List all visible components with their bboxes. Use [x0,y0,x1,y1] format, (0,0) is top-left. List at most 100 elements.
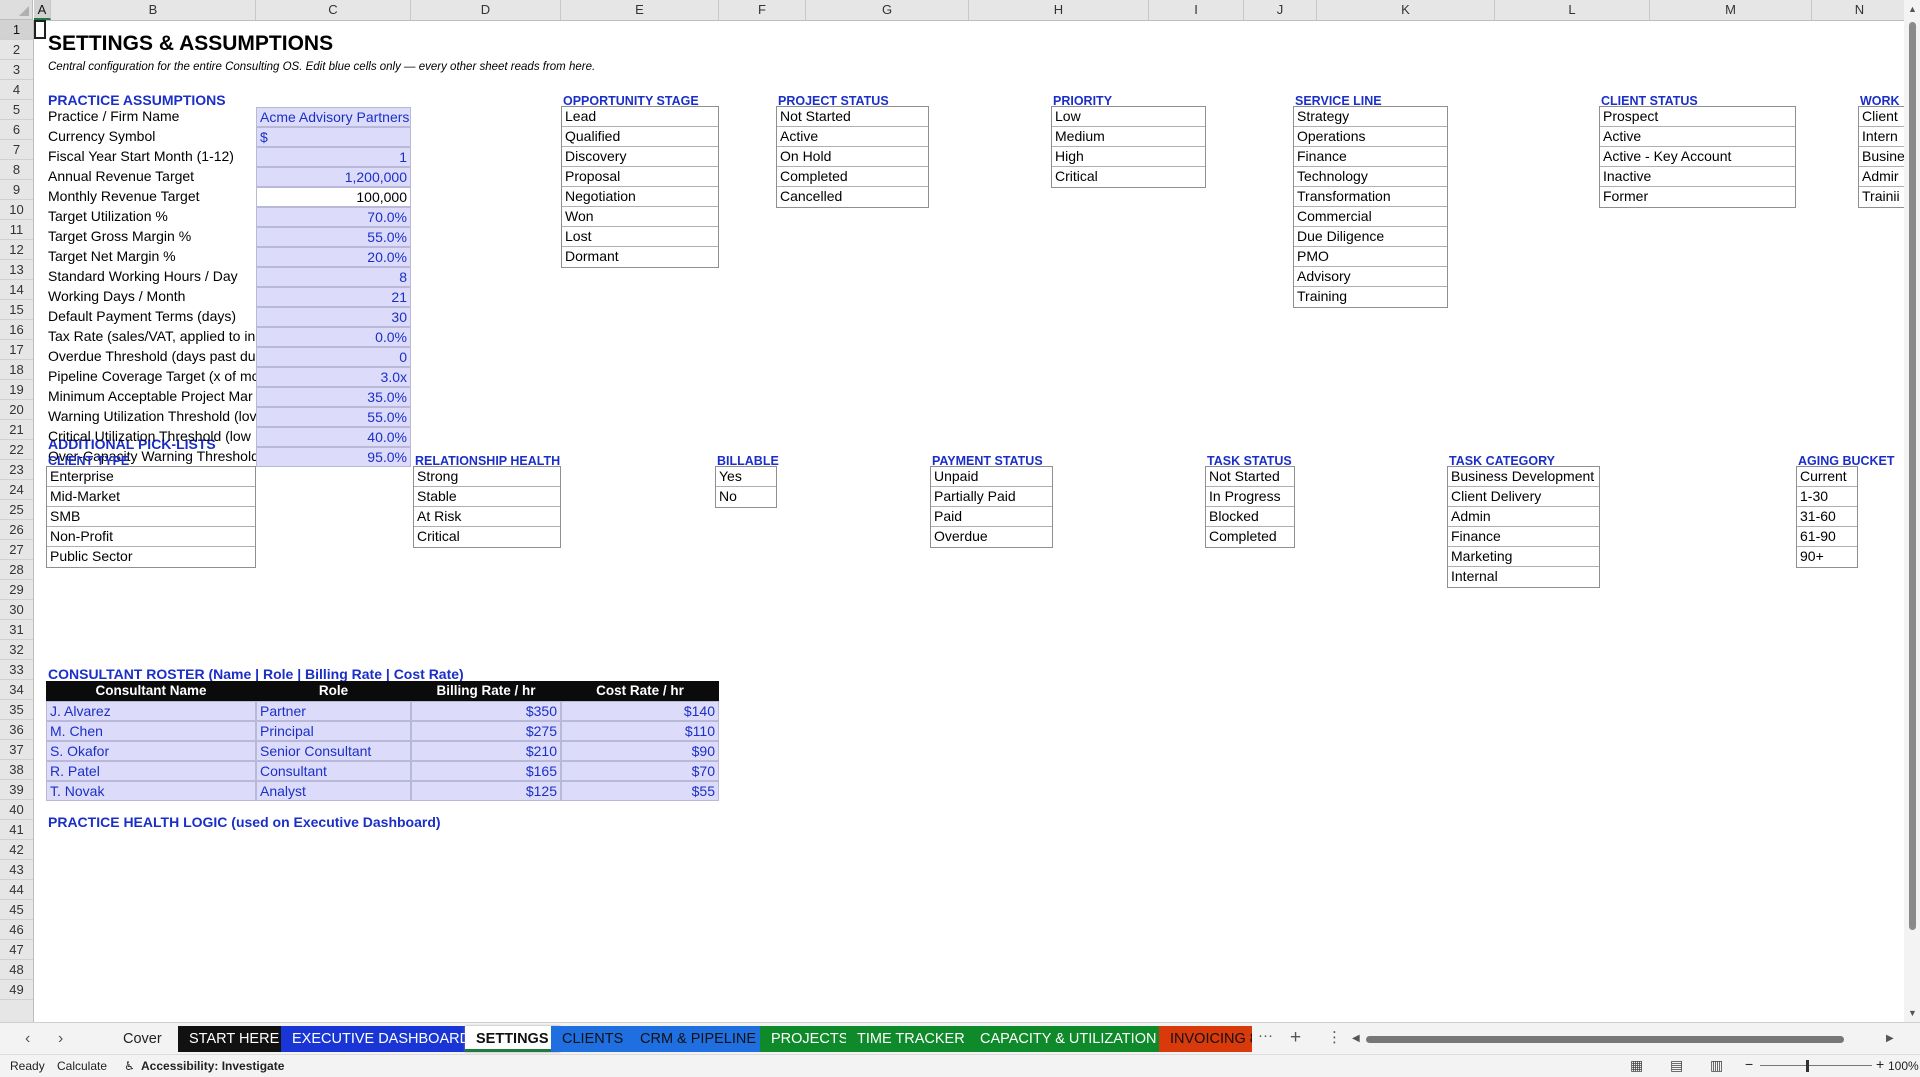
service-line-item[interactable]: Transformation [1294,187,1447,207]
roster-cell[interactable]: $210 [411,741,561,761]
row-header-7[interactable]: 7 [0,140,33,160]
relationship-health-item[interactable]: Critical [414,527,560,547]
client-status-item[interactable]: Former [1600,187,1795,207]
row-header-35[interactable]: 35 [0,700,33,720]
prev-sheet-icon[interactable]: ‹ [25,1030,30,1048]
billable-item[interactable]: No [716,487,776,507]
row-header-42[interactable]: 42 [0,840,33,860]
row-header-36[interactable]: 36 [0,720,33,740]
service-line-item[interactable]: Strategy [1294,107,1447,127]
row-header-19[interactable]: 19 [0,380,33,400]
sheet-tab-capacity-utilization[interactable]: CAPACITY & UTILIZATION [969,1026,1168,1052]
practice-input[interactable]: 1,200,000 [256,167,411,187]
task-category-item[interactable]: Internal [1448,567,1599,587]
page-layout-icon[interactable]: ▤ [1670,1057,1683,1074]
work-item[interactable]: Admir [1859,167,1904,187]
client-type-item[interactable]: Public Sector [47,547,255,567]
opportunity-stage-item[interactable]: Lead [562,107,718,127]
client-status-item[interactable]: Active [1600,127,1795,147]
task-category-item[interactable]: Client Delivery [1448,487,1599,507]
row-header-18[interactable]: 18 [0,360,33,380]
practice-input[interactable]: 21 [256,287,411,307]
row-header-28[interactable]: 28 [0,560,33,580]
row-header-22[interactable]: 22 [0,440,33,460]
row-header-23[interactable]: 23 [0,460,33,480]
row-header-29[interactable]: 29 [0,580,33,600]
project-status-item[interactable]: Active [777,127,928,147]
service-line-item[interactable]: Technology [1294,167,1447,187]
column-header-i[interactable]: I [1149,0,1244,20]
roster-cell[interactable]: $165 [411,761,561,781]
task-category-item[interactable]: Marketing [1448,547,1599,567]
row-header-8[interactable]: 8 [0,160,33,180]
horizontal-scroll-thumb[interactable] [1366,1036,1844,1043]
column-header-j[interactable]: J [1244,0,1317,20]
row-header-27[interactable]: 27 [0,540,33,560]
client-type-item[interactable]: SMB [47,507,255,527]
project-status-item[interactable]: Completed [777,167,928,187]
practice-input[interactable]: 0.0% [256,327,411,347]
aging-bucket-item[interactable]: 1-30 [1797,487,1857,507]
roster-cell[interactable]: Consultant [256,761,411,781]
roster-cell[interactable]: S. Okafor [46,741,256,761]
practice-input[interactable]: $ [256,127,411,147]
roster-cell[interactable]: Partner [256,701,411,721]
row-header-20[interactable]: 20 [0,400,33,420]
service-line-item[interactable]: Finance [1294,147,1447,167]
roster-cell[interactable]: T. Novak [46,781,256,801]
client-type-item[interactable]: Enterprise [47,467,255,487]
practice-input[interactable]: 40.0% [256,427,411,447]
priority-item[interactable]: High [1052,147,1205,167]
row-header-46[interactable]: 46 [0,920,33,940]
row-header-48[interactable]: 48 [0,960,33,980]
row-header-32[interactable]: 32 [0,640,33,660]
normal-view-icon[interactable]: ▦ [1630,1057,1643,1074]
payment-status-item[interactable]: Paid [931,507,1052,527]
sheet-tab-projects[interactable]: PROJECTS [760,1026,860,1052]
add-sheet-icon[interactable]: + [1290,1027,1301,1049]
column-header-e[interactable]: E [561,0,719,20]
row-header-2[interactable]: 2 [0,40,33,60]
roster-cell[interactable]: M. Chen [46,721,256,741]
zoom-slider-handle[interactable] [1806,1060,1809,1072]
opportunity-stage-item[interactable]: Negotiation [562,187,718,207]
row-header-33[interactable]: 33 [0,660,33,680]
row-header-25[interactable]: 25 [0,500,33,520]
row-header-37[interactable]: 37 [0,740,33,760]
practice-input[interactable]: 0 [256,347,411,367]
practice-input[interactable]: 55.0% [256,227,411,247]
roster-cell[interactable]: Analyst [256,781,411,801]
opportunity-stage-item[interactable]: Discovery [562,147,718,167]
accessibility-status[interactable]: Accessibility: Investigate [141,1059,284,1073]
task-status-item[interactable]: In Progress [1206,487,1294,507]
aging-bucket-item[interactable]: Current [1797,467,1857,487]
sheet-tab-crm-pipeline[interactable]: CRM & PIPELINE [629,1026,768,1052]
opportunity-stage-item[interactable]: Won [562,207,718,227]
service-line-item[interactable]: Training [1294,287,1447,307]
row-header-4[interactable]: 4 [0,80,33,100]
row-header-13[interactable]: 13 [0,260,33,280]
column-header-k[interactable]: K [1317,0,1495,20]
task-category-item[interactable]: Admin [1448,507,1599,527]
select-all-corner[interactable] [0,0,33,20]
client-status-item[interactable]: Inactive [1600,167,1795,187]
column-header-b[interactable]: B [51,0,256,20]
vertical-scrollbar[interactable]: ▲ ▼ [1904,0,1920,1022]
billable-item[interactable]: Yes [716,467,776,487]
practice-input[interactable]: 20.0% [256,247,411,267]
row-header-38[interactable]: 38 [0,760,33,780]
practice-input[interactable]: 35.0% [256,387,411,407]
sheet-tab-invoicing-8[interactable]: INVOICING 8 [1159,1026,1252,1052]
practice-input[interactable]: 95.0% [256,447,411,467]
project-status-item[interactable]: On Hold [777,147,928,167]
row-header-24[interactable]: 24 [0,480,33,500]
next-sheet-icon[interactable]: › [58,1030,63,1048]
relationship-health-item[interactable]: At Risk [414,507,560,527]
service-line-item[interactable]: PMO [1294,247,1447,267]
priority-item[interactable]: Low [1052,107,1205,127]
row-header-26[interactable]: 26 [0,520,33,540]
task-status-item[interactable]: Completed [1206,527,1294,547]
opportunity-stage-item[interactable]: Dormant [562,247,718,267]
column-header-m[interactable]: M [1650,0,1812,20]
work-item[interactable]: Busine [1859,147,1904,167]
